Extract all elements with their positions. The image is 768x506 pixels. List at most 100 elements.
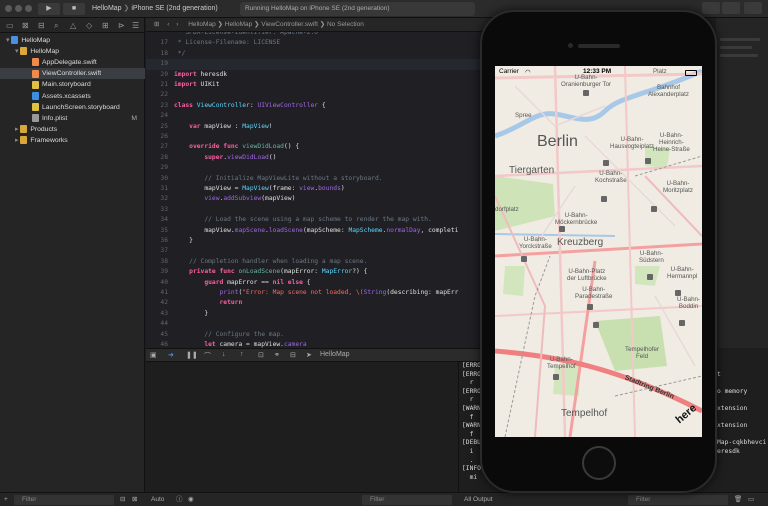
back-icon[interactable]: ‹ [167,21,169,28]
close-window-button[interactable] [5,5,12,12]
recent-files-icon[interactable]: ⊟ [120,493,125,506]
file-tree-item[interactable]: ▸ Products [0,124,145,135]
code-line[interactable]: 26 [146,132,481,142]
split-view-icon[interactable]: ▭ [748,493,754,506]
folder-icon [20,136,28,145]
code-line[interactable]: 41 print("Error: Map scene not loaded, \… [146,288,481,298]
scm-filter-icon[interactable]: ⊠ [132,493,137,506]
hide-debug-area-icon[interactable]: ▣ [150,351,157,359]
debug-icon[interactable]: ⊞ [102,21,109,30]
run-button[interactable]: ▶ [38,3,60,15]
line-number: 30 [160,174,168,182]
code-line[interactable]: 18 */ [146,49,481,59]
scheme-selector[interactable]: HelloMap ❯ iPhone SE (2nd generation) [92,3,218,15]
code-line[interactable]: 28 super.viewDidLoad() [146,153,481,163]
map-view[interactable] [495,66,702,437]
add-icon[interactable]: + [4,493,8,506]
grid-icon[interactable]: ⊞ [154,21,159,28]
view-debugger-icon[interactable]: ⊡ [258,351,264,359]
location-icon[interactable]: ➤ [306,351,312,359]
line-number: 46 [160,341,168,348]
breadcrumb-file[interactable]: ViewController.swift [261,21,318,28]
code-line[interactable]: 39 private func onLoadScene(mapError: Ma… [146,267,481,277]
trash-icon[interactable]: 🗑 [734,493,742,506]
editor-options-button[interactable] [722,2,740,14]
code-line[interactable]: 42 return [146,298,481,308]
code-token: camera [283,341,307,348]
file-tree-item[interactable]: Info.plist M [0,113,145,124]
file-tree-item[interactable]: ▸ Frameworks [0,135,145,146]
navigator-filter-input[interactable]: Filter [14,495,114,505]
step-out-icon[interactable]: ↑ [240,351,244,358]
code-line[interactable]: 21 import UIKit [146,80,481,90]
code-token: return [219,299,243,307]
code-line[interactable]: 36 } [146,236,481,246]
library-button[interactable] [702,2,720,14]
code-line[interactable]: 38 // Completion handler when loading a … [146,257,481,267]
auto-selector[interactable]: Auto [151,493,164,506]
file-tree-item[interactable]: Assets.xcassets [0,91,145,102]
breakpoint-icon[interactable]: ⊳ [118,21,125,30]
code-line[interactable]: 33 [146,205,481,215]
folder-icon [20,47,28,56]
code-line[interactable]: 23 class ViewController: UIViewController… [146,101,481,111]
breadcrumb-project[interactable]: HelloMap [188,21,215,28]
line-number: 20 [160,70,168,78]
code-line[interactable]: 45 // Configure the map. [146,330,481,340]
warning-icon[interactable]: △ [70,21,76,30]
symbol-icon[interactable]: ⊟ [38,21,45,30]
file-tree-item[interactable]: ▾ HelloMap [0,46,145,57]
search-icon[interactable]: ⌕ [54,21,58,31]
code-line[interactable]: 35 mapView.mapScene.loadScene(mapScheme:… [146,226,481,236]
code-line[interactable]: 43 } [146,309,481,319]
forward-icon[interactable]: › [176,21,178,28]
inspector-toggle-button[interactable] [744,2,762,14]
code-line[interactable]: 40 guard mapError == nil else { [146,278,481,288]
line-number: 21 [160,81,168,88]
memory-graph-icon[interactable]: ⚭ [274,351,280,359]
report-icon[interactable]: ☰ [132,21,139,30]
code-line[interactable]: 20 import heresdk [146,70,481,80]
console-filter-input[interactable]: Filter [628,495,728,505]
output-selector[interactable]: All Output [464,493,493,506]
file-tree-item[interactable]: LaunchScreen.storyboard [0,102,145,113]
folder-icon[interactable]: ▭ [6,21,14,30]
code-line[interactable]: 17 * License-Filename: LICENSE [146,38,481,48]
source-control-icon[interactable]: ⊠ [22,21,29,30]
zoom-window-button[interactable] [25,5,32,12]
step-over-icon[interactable]: ⌒ [204,351,211,361]
stop-button[interactable]: ■ [63,3,85,15]
file-tree-item[interactable]: ViewController.swift [0,68,145,80]
code-line[interactable]: 44 [146,319,481,329]
code-editor[interactable]: * SPDX-License-Identifier: Apache-2.0 17 … [146,32,481,348]
code-line[interactable]: 29 [146,163,481,173]
home-button[interactable] [582,446,616,480]
map-label: U-Bahn- Yorckstraße [519,236,552,250]
code-line[interactable]: 46 let camera = mapView.camera [146,340,481,348]
code-line[interactable]: 19 [146,59,481,70]
info-icon[interactable]: ⓘ [176,493,183,506]
code-line[interactable]: 22 [146,90,481,100]
code-line[interactable]: 24 [146,111,481,121]
pause-icon[interactable]: ❚❚ [186,351,198,359]
test-icon[interactable]: ◇ [86,21,92,30]
breadcrumb-group[interactable]: HelloMap [225,21,252,28]
step-into-icon[interactable]: ↓ [222,351,226,358]
breakpoints-toggle-icon[interactable]: ➜ [168,351,174,359]
breadcrumb-symbol[interactable]: No Selection [327,21,364,28]
jump-bar: ⊞ ‹ › HelloMap ❯ HelloMap ❯ ViewControll… [146,18,506,32]
code-line[interactable]: 25 var mapView : MapView! [146,122,481,132]
file-tree-item[interactable]: Main.storyboard [0,79,145,90]
code-line[interactable]: 27 override func viewDidLoad() { [146,142,481,152]
code-line[interactable]: 31 mapView = MapView(frame: view.bounds) [146,184,481,194]
code-line[interactable]: 34 // Load the scene using a map scheme … [146,215,481,225]
file-tree-item[interactable]: AppDelegate.swift [0,57,145,68]
eye-icon[interactable]: ◉ [188,493,194,506]
file-tree-item[interactable]: ▾ HelloMap [0,35,145,46]
environment-icon[interactable]: ⊟ [290,351,296,359]
code-line[interactable]: 37 [146,246,481,256]
code-line[interactable]: 30 // Initialize MapViewLite without a s… [146,174,481,184]
variables-filter-input[interactable]: Filter [362,495,452,505]
minimize-window-button[interactable] [15,5,22,12]
code-line[interactable]: 32 view.addSubview(mapView) [146,194,481,204]
